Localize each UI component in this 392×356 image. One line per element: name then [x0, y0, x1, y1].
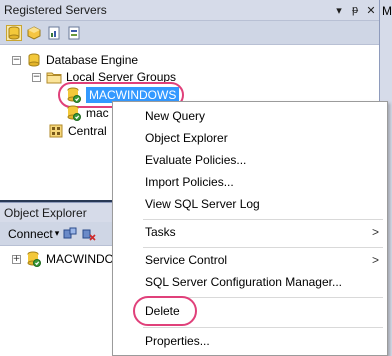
disconnect-icon[interactable]: [81, 226, 97, 242]
menu-item-label: SQL Server Configuration Manager...: [145, 275, 342, 289]
menu-item-evaluate-policies[interactable]: Evaluate Policies...: [113, 149, 387, 171]
menu-item-properties[interactable]: Properties...: [113, 330, 387, 352]
menu-item-service-control[interactable]: Service Control >: [113, 249, 387, 271]
connect-button[interactable]: Connect ▾: [8, 227, 59, 241]
database-engine-icon[interactable]: [6, 24, 22, 41]
tree-item-central[interactable]: Central: [48, 122, 107, 140]
collapse-toggle[interactable]: −: [12, 55, 21, 65]
registered-servers-titlebar: Registered Servers ▾ ᵽ ✕: [0, 0, 379, 21]
registered-servers-toolbar: [0, 21, 379, 45]
submenu-arrow-icon: >: [371, 253, 379, 267]
menu-item-view-sql-server-log[interactable]: View SQL Server Log: [113, 193, 387, 215]
analysis-services-icon[interactable]: [26, 25, 42, 41]
panel-title: Registered Servers: [4, 3, 107, 17]
tree-item-database-engine[interactable]: − Database Engine: [12, 51, 138, 69]
context-menu: New Query Object Explorer Evaluate Polic…: [112, 101, 388, 356]
server-icon: [66, 105, 82, 121]
database-icon: [26, 52, 42, 68]
close-panel-button[interactable]: ✕: [363, 4, 379, 17]
tree-item-server-mac[interactable]: mac: [66, 104, 109, 122]
menu-item-label: View SQL Server Log: [145, 197, 260, 211]
menu-item-import-policies[interactable]: Import Policies...: [113, 171, 387, 193]
auto-hide-pin-button[interactable]: ᵽ: [347, 4, 363, 16]
menu-item-label: Import Policies...: [145, 175, 234, 189]
server-icon: [26, 251, 42, 267]
chevron-down-icon: ▾: [54, 228, 60, 238]
menu-item-label: Evaluate Policies...: [145, 153, 247, 167]
object-explorer-titlebar: Object Explorer: [0, 202, 112, 222]
menu-separator: [143, 219, 383, 220]
central-management-icon: [48, 123, 64, 139]
menu-item-tasks[interactable]: Tasks >: [113, 221, 387, 243]
menu-item-label: Tasks: [145, 225, 176, 239]
menu-separator: [143, 327, 383, 328]
integration-services-icon[interactable]: [66, 25, 82, 41]
tree-label: MACWINDO: [46, 252, 114, 266]
folder-icon: [46, 69, 62, 85]
reporting-services-icon[interactable]: [46, 25, 62, 41]
menu-item-label: New Query: [145, 109, 206, 123]
menu-separator: [143, 247, 383, 248]
menu-item-new-query[interactable]: New Query: [113, 105, 387, 127]
right-panel-tab-label: M: [382, 4, 392, 18]
menu-item-object-explorer[interactable]: Object Explorer: [113, 127, 387, 149]
connect-object-explorer-icon[interactable]: [62, 226, 78, 242]
menu-item-label: Object Explorer: [145, 131, 228, 145]
menu-item-sql-server-configuration-manager[interactable]: SQL Server Configuration Manager...: [113, 271, 387, 293]
object-explorer-title: Object Explorer: [4, 205, 87, 220]
collapse-toggle[interactable]: −: [32, 72, 41, 82]
window-position-button[interactable]: ▾: [331, 4, 347, 17]
connect-label: Connect: [8, 226, 53, 241]
object-explorer-toolbar: Connect ▾: [0, 222, 112, 246]
tree-label: mac: [86, 106, 109, 120]
delete-highlight-ring: [133, 296, 197, 326]
submenu-arrow-icon: >: [371, 225, 379, 239]
tree-label: Database Engine: [46, 53, 139, 67]
expand-toggle[interactable]: +: [12, 254, 21, 264]
tree-label: Central: [68, 124, 107, 138]
menu-item-label: Properties...: [145, 334, 210, 348]
object-explorer-server-node[interactable]: + MACWINDO: [12, 250, 114, 268]
menu-item-label: Service Control: [145, 253, 228, 267]
